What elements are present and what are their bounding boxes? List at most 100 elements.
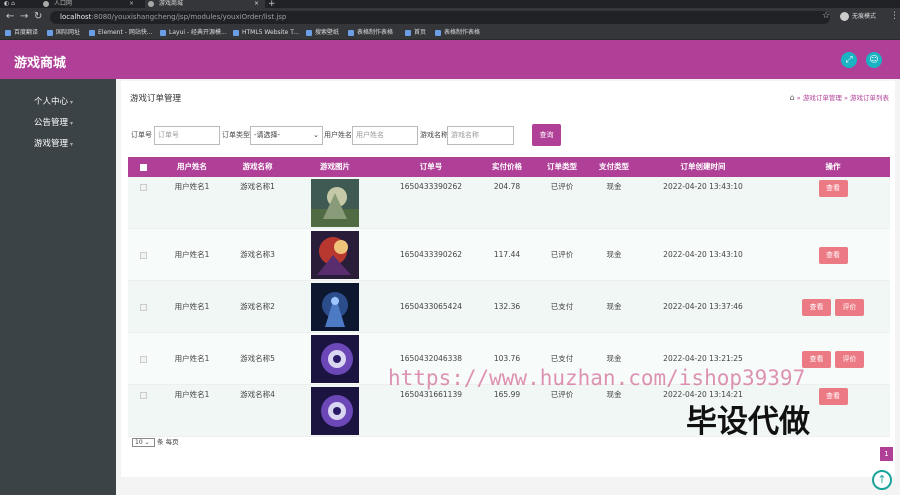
cell-user: 用户姓名1 <box>174 250 210 259</box>
chevron-down-icon: ▾ <box>70 141 74 148</box>
sidebar-item-personal-center[interactable]: 个人中心 ▾ <box>34 95 73 107</box>
bookmark-item[interactable]: 首页 <box>405 28 426 38</box>
bookmark-label: HTML5 Website T... <box>242 29 299 36</box>
pagination-size: 10 ⌄ 条 每页 <box>132 436 179 447</box>
bookmark-item[interactable]: HTML5 Website T... <box>233 28 299 38</box>
sidebar-item-game-management[interactable]: 游戏管理 ▾ <box>34 137 73 149</box>
tab-favicon-icon <box>148 1 154 7</box>
review-button[interactable]: 评价 <box>835 299 864 316</box>
cell-order-type: 已支付 <box>550 302 574 311</box>
row-checkbox[interactable] <box>133 333 153 385</box>
checkbox-icon <box>139 163 147 171</box>
chevron-down-icon: ▾ <box>70 99 74 106</box>
row-checkbox[interactable] <box>133 387 153 403</box>
bookmark-icon <box>89 30 95 36</box>
cell-game: 游戏名称5 <box>240 354 275 363</box>
cell-actions: 查看 <box>788 180 878 197</box>
sidebar-item-label: 游戏管理 <box>34 139 69 149</box>
tab-favicon-icon <box>43 1 49 7</box>
expand-icon[interactable]: ⤢ <box>841 52 857 68</box>
bookmark-item[interactable]: 搜索壁纸 <box>306 28 339 38</box>
bookmark-icon <box>5 30 11 36</box>
browser-menu-icon[interactable]: ⋮ <box>890 11 899 21</box>
row-checkbox[interactable] <box>133 179 153 195</box>
column-header: 实付价格 <box>492 162 522 171</box>
cell-pay-type: 现金 <box>606 182 622 191</box>
row-checkbox[interactable] <box>133 281 153 333</box>
view-button[interactable]: 查看 <box>818 180 848 197</box>
incognito-icon <box>840 12 849 21</box>
search-button[interactable]: 查询 <box>532 124 561 146</box>
window-controls[interactable]: ◐ ⌂ <box>4 0 15 8</box>
bookmark-item[interactable]: 表格制作表格 <box>435 28 480 38</box>
forward-icon[interactable]: → <box>20 11 28 23</box>
address-bar-row: ← → ↻ localhost:8080/youxishangcheng/jsp… <box>0 8 900 26</box>
page-number-button[interactable]: 1 <box>880 447 893 461</box>
sidebar-item-notice-management[interactable]: 公告管理 ▾ <box>34 116 73 128</box>
column-header: 用户姓名 <box>177 162 207 171</box>
bookmark-item[interactable]: Element - 网站快... <box>89 28 153 38</box>
bookmark-icon <box>233 30 239 36</box>
url-field[interactable]: localhost:8080/youxishangcheng/jsp/modul… <box>50 11 830 24</box>
bookmark-star-icon[interactable]: ☆ <box>822 11 830 21</box>
view-button[interactable]: 查看 <box>802 299 831 316</box>
home-icon[interactable]: ⌂ <box>790 93 795 102</box>
back-icon[interactable]: ← <box>6 11 14 23</box>
sidebar-item-label: 个人中心 <box>34 97 69 107</box>
order-type-value: -请选择- <box>254 131 281 139</box>
order-type-label: 订单类型 <box>222 131 250 139</box>
checkbox-icon <box>139 391 147 399</box>
cell-order-no: 1650433065424 <box>399 302 463 311</box>
bookmarks-bar: 百度翻译 国际网址 Element - 网站快... Layui - 经典开源模… <box>0 26 900 40</box>
browser-tab-2[interactable]: 游戏商城 × <box>145 0 265 8</box>
cell-order-no: 1650433390262 <box>399 182 463 191</box>
view-button[interactable]: 查看 <box>818 247 848 264</box>
cell-actions: 查看 评价 <box>788 281 878 333</box>
column-header: 游戏名称 <box>242 162 273 171</box>
scroll-to-top-icon[interactable]: ↑ <box>872 470 892 490</box>
column-header: 订单类型 <box>547 162 577 171</box>
page-size-select[interactable]: 10 ⌄ <box>132 438 155 447</box>
table-row: 用户姓名1 游戏名称1 1650433390262 204.78 已评价 现金 2022-0… <box>128 177 890 229</box>
order-no-input[interactable]: 订单号 <box>154 126 220 145</box>
incognito-profile[interactable]: 无痕模式 <box>840 12 876 22</box>
bookmark-label: Element - 网站快... <box>98 29 153 36</box>
chevron-down-icon: ▾ <box>70 120 74 127</box>
tab-title: 人口网 <box>54 0 73 7</box>
bookmark-item[interactable]: 百度翻译 <box>5 28 38 38</box>
per-page-label: 条 每页 <box>157 438 179 446</box>
game-image <box>311 179 359 227</box>
bookmark-icon <box>306 30 312 36</box>
bookmark-icon <box>348 30 354 36</box>
row-checkbox[interactable] <box>133 229 153 281</box>
browser-tab-1[interactable]: 人口网 × <box>40 0 140 8</box>
select-all-checkbox[interactable] <box>133 157 153 177</box>
bookmark-label: 表格制作表格 <box>357 29 394 36</box>
bookmark-label: 表格制作表格 <box>444 29 481 36</box>
user-icon[interactable]: ☺ <box>866 52 882 68</box>
username-input[interactable]: 用户姓名 <box>352 126 418 145</box>
bookmark-label: 百度翻译 <box>14 29 39 36</box>
view-button[interactable]: 查看 <box>802 351 831 368</box>
cell-order-type: 已评价 <box>550 182 574 191</box>
bookmark-item[interactable]: 国际网址 <box>47 28 80 38</box>
breadcrumb-item[interactable]: 游戏订单管理 <box>803 94 842 102</box>
bookmark-item[interactable]: Layui - 经典开源模... <box>160 28 227 38</box>
review-button[interactable]: 评价 <box>835 351 864 368</box>
cell-actions: 查看 <box>788 229 878 281</box>
close-tab-icon[interactable]: × <box>129 0 134 8</box>
bookmark-item[interactable]: 表格制作表格 <box>348 28 393 38</box>
checkbox-icon <box>139 355 147 363</box>
checkbox-icon <box>139 251 147 259</box>
close-tab-icon[interactable]: × <box>254 0 259 8</box>
breadcrumb-separator: » <box>843 94 848 102</box>
column-header: 订单创建时间 <box>680 162 726 171</box>
profile-label: 无痕模式 <box>852 13 877 20</box>
view-button[interactable]: 查看 <box>818 388 848 405</box>
game-name-input[interactable]: 游戏名称 <box>447 126 514 145</box>
reload-icon[interactable]: ↻ <box>34 11 42 23</box>
order-type-select[interactable]: -请选择- ⌄ <box>250 126 323 145</box>
bookmark-label: 搜索壁纸 <box>315 29 340 36</box>
cell-created: 2022-04-20 13:43:10 <box>663 250 743 259</box>
bookmark-icon <box>435 30 441 36</box>
